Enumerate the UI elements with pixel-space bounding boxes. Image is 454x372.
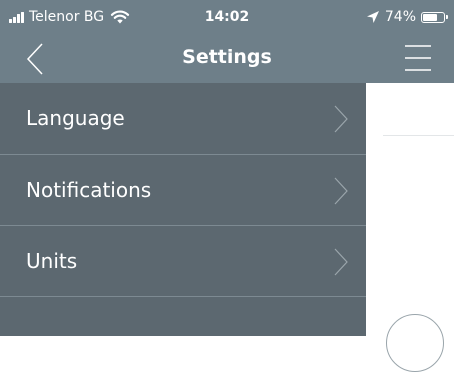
settings-item-language[interactable]: Language <box>0 83 366 155</box>
settings-item-label: Language <box>26 106 125 130</box>
battery-cap <box>446 15 448 19</box>
status-right: 74% <box>366 9 448 25</box>
settings-list: Language Notifications Units <box>0 83 366 336</box>
round-action-button[interactable] <box>386 314 444 372</box>
page-title: Settings <box>182 46 272 68</box>
status-bar: Telenor BG 14:02 74% <box>0 0 454 34</box>
settings-item-units[interactable]: Units <box>0 226 366 297</box>
menu-button[interactable] <box>402 42 434 74</box>
settings-item-notifications[interactable]: Notifications <box>0 155 366 226</box>
chevron-right-icon <box>334 248 348 276</box>
settings-item-label: Notifications <box>26 178 152 202</box>
battery-icon <box>421 11 445 23</box>
chevron-right-icon <box>334 105 348 133</box>
chevron-right-icon <box>334 177 348 205</box>
settings-item-label: Units <box>26 249 78 273</box>
navigation-bar: Settings <box>0 34 454 83</box>
battery-level <box>423 13 438 21</box>
battery-percent: 74% <box>384 9 416 25</box>
content-divider <box>383 135 454 136</box>
location-arrow-icon <box>366 11 379 23</box>
hamburger-menu-icon <box>405 45 431 71</box>
settings-item-next[interactable] <box>0 297 366 336</box>
